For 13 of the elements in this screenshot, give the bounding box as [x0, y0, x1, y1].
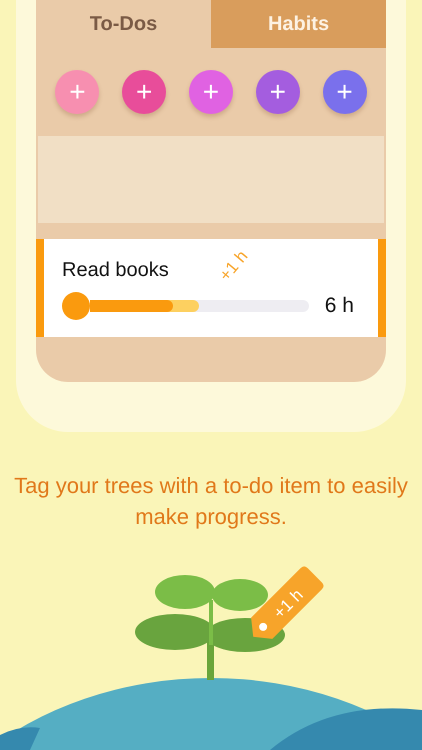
add-button[interactable]: + — [256, 70, 300, 114]
tagline: Tag your trees with a to-do item to easily make progress. — [14, 472, 408, 531]
add-button[interactable]: + — [188, 70, 233, 114]
tag-label: +1 h — [270, 585, 307, 622]
slider-thumb[interactable] — [62, 292, 90, 320]
tag-icon — [251, 566, 324, 639]
add-button[interactable]: + — [322, 70, 367, 114]
add-button[interactable]: + — [122, 70, 166, 114]
task-name: Read books — [62, 259, 169, 282]
bonus-label: +1 h — [215, 246, 252, 286]
tab[interactable]: Habits — [211, 0, 386, 48]
add-button[interactable]: + — [55, 70, 100, 114]
hours-reading: 6 h — [324, 294, 354, 318]
